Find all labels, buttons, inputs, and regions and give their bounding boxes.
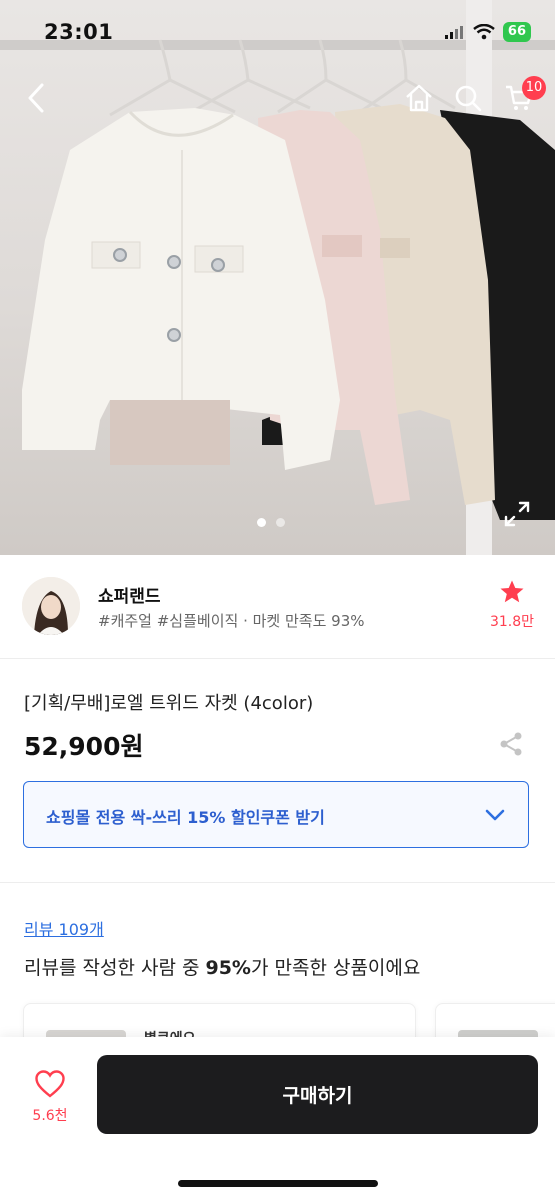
status-indicators: 66 xyxy=(444,22,531,42)
share-icon xyxy=(500,732,522,756)
shop-info[interactable]: 쇼퍼랜드 #캐주얼 #심플베이직 · 마켓 만족도 93% 31.8만 xyxy=(0,555,555,659)
heart-icon xyxy=(35,1070,65,1098)
chevron-down-icon xyxy=(485,809,505,821)
like-button[interactable]: 5.6천 xyxy=(24,1069,76,1125)
pager-dot[interactable] xyxy=(276,518,285,527)
signal-icon xyxy=(444,26,463,39)
product-price: 52,900원 xyxy=(24,732,144,761)
battery-indicator: 66 xyxy=(502,22,531,42)
coupon-banner[interactable]: 쇼핑몰 전용 싹-쓰리 15% 할인쿠폰 받기 xyxy=(23,781,529,848)
review-count-link[interactable]: 리뷰 109개 xyxy=(24,916,104,940)
cart-count-badge: 10 xyxy=(522,76,546,100)
review-satisfaction-summary: 리뷰를 작성한 사람 중 95%가 만족한 상품이에요 xyxy=(24,953,420,980)
expand-icon xyxy=(504,501,530,527)
like-count: 5.6천 xyxy=(32,1108,68,1124)
back-icon xyxy=(28,83,44,113)
back-button[interactable] xyxy=(14,70,58,126)
review-summary-suffix: 가 만족한 상품이에요 xyxy=(250,957,421,979)
purchase-bar: 5.6천 구매하기 xyxy=(0,1037,555,1200)
product-title: [기획/무배]로엘 트위드 자켓 (4color) xyxy=(24,693,314,714)
section-divider xyxy=(0,882,555,883)
shop-avatar[interactable] xyxy=(22,577,80,635)
home-indicator[interactable] xyxy=(178,1180,378,1187)
review-satisfaction-percent: 95% xyxy=(205,957,251,979)
coupon-label: 쇼핑몰 전용 싹-쓰리 15% 할인쿠폰 받기 xyxy=(46,808,325,827)
fullscreen-button[interactable] xyxy=(503,500,531,528)
top-navigation xyxy=(0,70,555,126)
wifi-icon xyxy=(473,24,495,40)
status-bar: 23:01 66 xyxy=(0,0,555,56)
review-summary-prefix: 리뷰를 작성한 사람 중 xyxy=(24,957,206,979)
star-icon xyxy=(500,580,524,603)
gallery-pager xyxy=(257,518,285,527)
shop-tags: #캐주얼 #심플베이직 · 마켓 만족도 93% xyxy=(98,612,365,630)
home-icon xyxy=(406,84,432,112)
pager-dot-active[interactable] xyxy=(257,518,266,527)
shop-favorite-count: 31.8만 xyxy=(489,614,535,630)
product-detail-page: 23:01 66 10 쇼퍼랜드 #캐주얼 #심플베이직 · 마켓 만족도 93… xyxy=(0,0,555,1200)
home-button[interactable] xyxy=(397,70,441,126)
shop-avatar-image xyxy=(22,577,80,635)
product-image-gallery[interactable]: 23:01 66 10 xyxy=(0,0,555,555)
buy-button[interactable]: 구매하기 xyxy=(97,1055,538,1134)
search-button[interactable] xyxy=(446,70,490,126)
shop-favorite-button[interactable]: 31.8만 xyxy=(484,579,540,631)
search-icon xyxy=(455,85,482,112)
shop-name[interactable]: 쇼퍼랜드 xyxy=(98,582,161,607)
status-time: 23:01 xyxy=(44,20,114,44)
share-button[interactable] xyxy=(497,730,525,758)
